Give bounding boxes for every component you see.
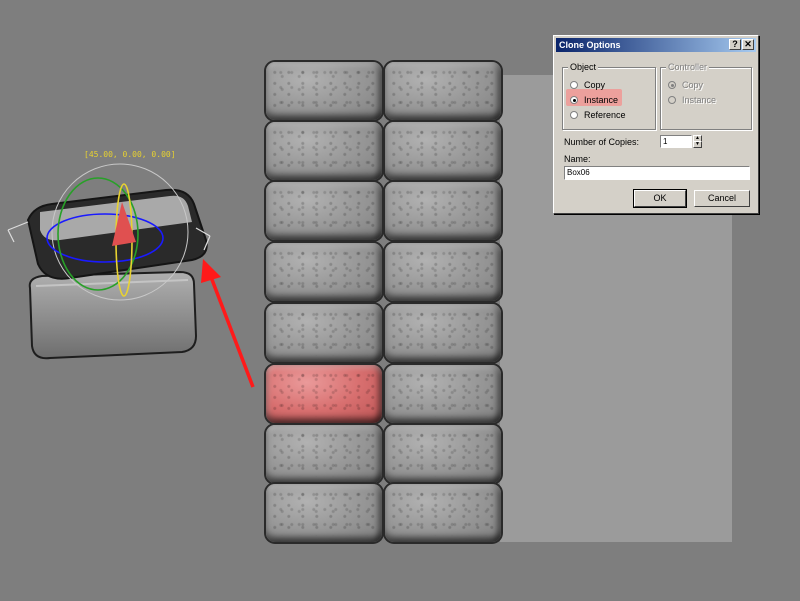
- cancel-button[interactable]: Cancel: [694, 190, 750, 207]
- brick-left-2[interactable]: [266, 122, 382, 180]
- lower-brick[interactable]: [28, 270, 198, 360]
- controller-group-label: Controller: [666, 62, 710, 72]
- radio-label: Instance: [682, 95, 717, 105]
- name-input[interactable]: Box06: [564, 166, 750, 180]
- radio-object-copy[interactable]: Copy: [570, 79, 605, 91]
- controller-group: Controller Copy Instance: [660, 62, 752, 130]
- brick-left-7[interactable]: [266, 425, 382, 483]
- brick-right-7[interactable]: [385, 425, 501, 483]
- dialog-title: Clone Options: [559, 40, 621, 50]
- radio-button-selected[interactable]: [668, 81, 676, 89]
- radio-button[interactable]: [570, 111, 578, 119]
- dialog-titlebar[interactable]: Clone Options ? ✕: [556, 38, 756, 52]
- name-label: Name:: [564, 154, 591, 164]
- clone-options-dialog: Clone Options ? ✕ Object Copy Instance R…: [553, 35, 759, 214]
- brick-right-8[interactable]: [385, 484, 501, 542]
- radio-label: Instance: [584, 95, 619, 105]
- close-icon[interactable]: ✕: [742, 39, 754, 50]
- brick-left-8[interactable]: [266, 484, 382, 542]
- brick-left-6-selected[interactable]: [266, 365, 382, 423]
- radio-button[interactable]: [570, 81, 578, 89]
- copies-input[interactable]: 1: [660, 135, 692, 148]
- radio-label: Copy: [584, 80, 606, 90]
- brick-right-4[interactable]: [385, 243, 501, 301]
- coordinate-readout: [45.00, 0.00, 0.00]: [84, 150, 176, 159]
- radio-label: Copy: [682, 80, 704, 90]
- brick-right-5[interactable]: [385, 304, 501, 362]
- brick-right-2[interactable]: [385, 122, 501, 180]
- radio-controller-instance[interactable]: Instance: [668, 94, 716, 106]
- radio-object-reference[interactable]: Reference: [570, 109, 626, 121]
- brick-left-1[interactable]: [266, 62, 382, 120]
- radio-button-selected[interactable]: [570, 96, 578, 104]
- brick-left-3[interactable]: [266, 182, 382, 240]
- brick-right-6[interactable]: [385, 365, 501, 423]
- object-group-label: Object: [568, 62, 599, 72]
- ok-button[interactable]: OK: [633, 189, 687, 208]
- radio-button[interactable]: [668, 96, 676, 104]
- brick-left-5[interactable]: [266, 304, 382, 362]
- spinner-down-icon[interactable]: ▼: [693, 141, 702, 148]
- help-icon[interactable]: ?: [729, 39, 741, 50]
- brick-right-3[interactable]: [385, 182, 501, 240]
- radio-label: Reference: [584, 110, 626, 120]
- arrow-indicator-icon: [201, 259, 255, 388]
- brick-right-1[interactable]: [385, 62, 501, 120]
- radio-object-instance[interactable]: Instance: [570, 94, 618, 106]
- brick-left-4[interactable]: [266, 243, 382, 301]
- copies-spinner[interactable]: ▲ ▼: [693, 135, 702, 148]
- object-group: Object Copy Instance Reference: [562, 62, 656, 130]
- radio-controller-copy[interactable]: Copy: [668, 79, 703, 91]
- copies-label: Number of Copies:: [564, 137, 640, 147]
